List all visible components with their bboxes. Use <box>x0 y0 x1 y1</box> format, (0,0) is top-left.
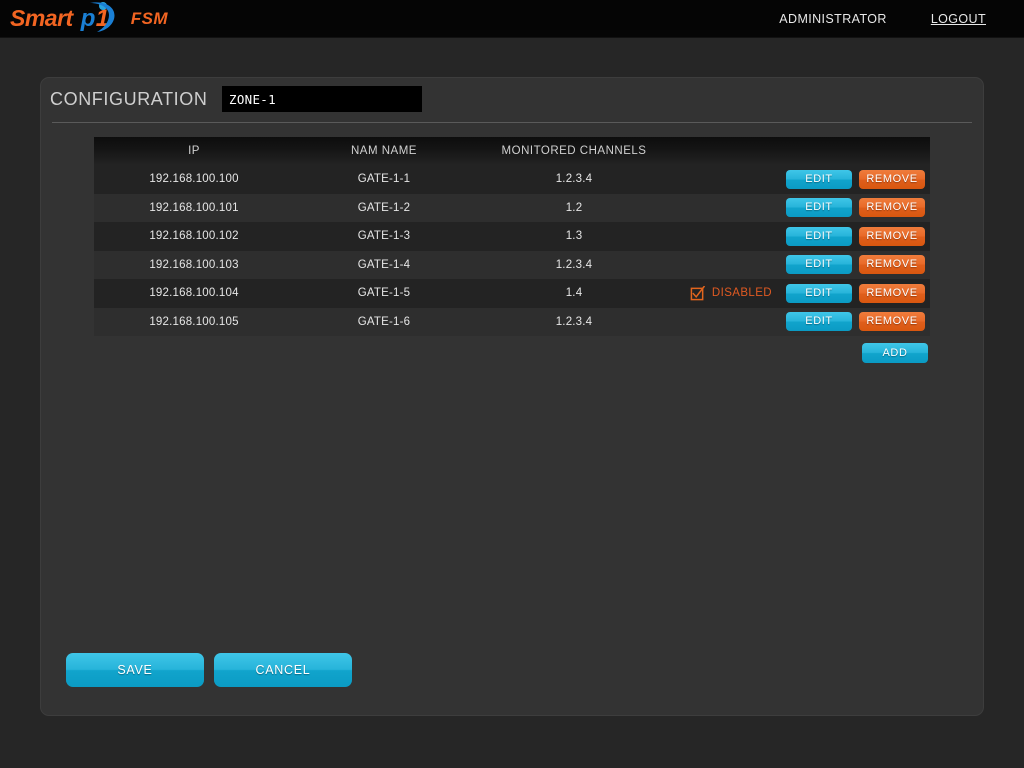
column-header-nam-name: NAM NAME <box>294 137 474 165</box>
row-action-group: EDIT REMOVE <box>784 226 930 246</box>
logo-p1-mark: p 1 <box>79 1 123 34</box>
logout-link[interactable]: LOGOUT <box>931 12 986 26</box>
cell-status-flag <box>674 165 784 194</box>
logo-text-smart: Smart <box>10 5 73 31</box>
edit-button[interactable]: EDIT <box>786 255 852 275</box>
column-header-ip: IP <box>94 137 294 165</box>
cell-monitored-channels: 1.2.3.4 <box>474 307 674 336</box>
status-flag-group: DISABLED <box>674 285 784 301</box>
cell-monitored-channels: 1.3 <box>474 222 674 251</box>
table-body: 192.168.100.100 GATE-1-1 1.2.3.4 EDIT REMOVE… <box>94 165 930 336</box>
cell-monitored-channels: 1.2.3.4 <box>474 250 674 279</box>
zone-name-input[interactable] <box>222 86 422 112</box>
cell-ip: 192.168.100.104 <box>94 279 294 308</box>
edit-button[interactable]: EDIT <box>786 198 852 218</box>
cell-nam-name: GATE-1-6 <box>294 307 474 336</box>
edit-button[interactable]: EDIT <box>786 312 852 332</box>
cell-actions: EDIT REMOVE <box>784 193 930 222</box>
remove-button[interactable]: REMOVE <box>859 198 925 218</box>
cell-status-flag <box>674 307 784 336</box>
configuration-panel: CONFIGURATION IP NAM NAME MONITORED CHAN… <box>40 77 984 716</box>
remove-button[interactable]: REMOVE <box>859 283 925 303</box>
cell-actions: EDIT REMOVE <box>784 165 930 194</box>
table-row: 192.168.100.103 GATE-1-4 1.2.3.4 EDIT REMOVE <box>94 250 930 279</box>
table-row: 192.168.100.102 GATE-1-3 1.3 EDIT REMOVE <box>94 222 930 251</box>
row-action-group: EDIT REMOVE <box>784 169 930 189</box>
current-user-label: ADMINISTRATOR <box>779 11 887 26</box>
cell-ip: 192.168.100.105 <box>94 307 294 336</box>
header-right-group: ADMINISTRATOR LOGOUT <box>779 12 986 26</box>
column-header-flag <box>674 137 784 165</box>
logo-text-fsm: FSM <box>130 8 169 28</box>
cancel-button[interactable]: CANCEL <box>214 653 352 687</box>
panel-header: CONFIGURATION <box>41 78 983 120</box>
cell-nam-name: GATE-1-3 <box>294 222 474 251</box>
remove-button[interactable]: REMOVE <box>859 255 925 275</box>
row-action-group: EDIT REMOVE <box>784 255 930 275</box>
table-header: IP NAM NAME MONITORED CHANNELS <box>94 137 930 165</box>
cell-nam-name: GATE-1-1 <box>294 165 474 194</box>
save-button[interactable]: SAVE <box>66 653 204 687</box>
cell-ip: 192.168.100.103 <box>94 250 294 279</box>
remove-button[interactable]: REMOVE <box>859 312 925 332</box>
header-divider <box>52 122 972 123</box>
cell-nam-name: GATE-1-4 <box>294 250 474 279</box>
cell-status-flag <box>674 250 784 279</box>
column-header-monitored-channels: MONITORED CHANNELS <box>474 137 674 165</box>
disabled-checkbox-icon[interactable] <box>690 285 706 301</box>
devices-table: IP NAM NAME MONITORED CHANNELS 192.168.1… <box>94 137 930 336</box>
cell-monitored-channels: 1.2.3.4 <box>474 165 674 194</box>
footer-actions: SAVE CANCEL <box>66 653 352 687</box>
table-row: 192.168.100.101 GATE-1-2 1.2 EDIT REMOVE <box>94 193 930 222</box>
cell-ip: 192.168.100.100 <box>94 165 294 194</box>
cell-actions: EDIT REMOVE <box>784 279 930 308</box>
add-button[interactable]: ADD <box>862 343 928 363</box>
app-logo: Smart p 1 FSM <box>10 1 169 34</box>
cell-status-flag <box>674 193 784 222</box>
logo-swoosh-icon <box>89 1 115 32</box>
remove-button[interactable]: REMOVE <box>859 226 925 246</box>
cell-nam-name: GATE-1-2 <box>294 193 474 222</box>
cell-nam-name: GATE-1-5 <box>294 279 474 308</box>
disabled-label: DISABLED <box>711 287 772 300</box>
table-row: 192.168.100.105 GATE-1-6 1.2.3.4 EDIT REMOVE <box>94 307 930 336</box>
page-title: CONFIGURATION <box>50 88 208 109</box>
cell-ip: 192.168.100.102 <box>94 222 294 251</box>
row-action-group: EDIT REMOVE <box>784 283 930 303</box>
cell-monitored-channels: 1.2 <box>474 193 674 222</box>
edit-button[interactable]: EDIT <box>786 169 852 189</box>
table-row: 192.168.100.100 GATE-1-1 1.2.3.4 EDIT REMOVE <box>94 165 930 194</box>
edit-button[interactable]: EDIT <box>786 283 852 303</box>
table-header-row: IP NAM NAME MONITORED CHANNELS <box>94 137 930 165</box>
devices-table-container: IP NAM NAME MONITORED CHANNELS 192.168.1… <box>94 137 930 336</box>
cell-actions: EDIT REMOVE <box>784 222 930 251</box>
cell-status-flag: DISABLED <box>674 279 784 308</box>
column-header-actions <box>784 137 930 165</box>
cell-monitored-channels: 1.4 <box>474 279 674 308</box>
row-action-group: EDIT REMOVE <box>784 198 930 218</box>
top-header-bar: Smart p 1 FSM ADMINISTRATOR LOGOUT <box>0 0 1024 38</box>
remove-button[interactable]: REMOVE <box>859 169 925 189</box>
cell-actions: EDIT REMOVE <box>784 250 930 279</box>
cell-status-flag <box>674 222 784 251</box>
table-row: 192.168.100.104 GATE-1-5 1.4 DISABLED EDIT RE… <box>94 279 930 308</box>
edit-button[interactable]: EDIT <box>786 226 852 246</box>
add-row-container: ADD <box>94 343 930 363</box>
cell-actions: EDIT REMOVE <box>784 307 930 336</box>
row-action-group: EDIT REMOVE <box>784 312 930 332</box>
cell-ip: 192.168.100.101 <box>94 193 294 222</box>
